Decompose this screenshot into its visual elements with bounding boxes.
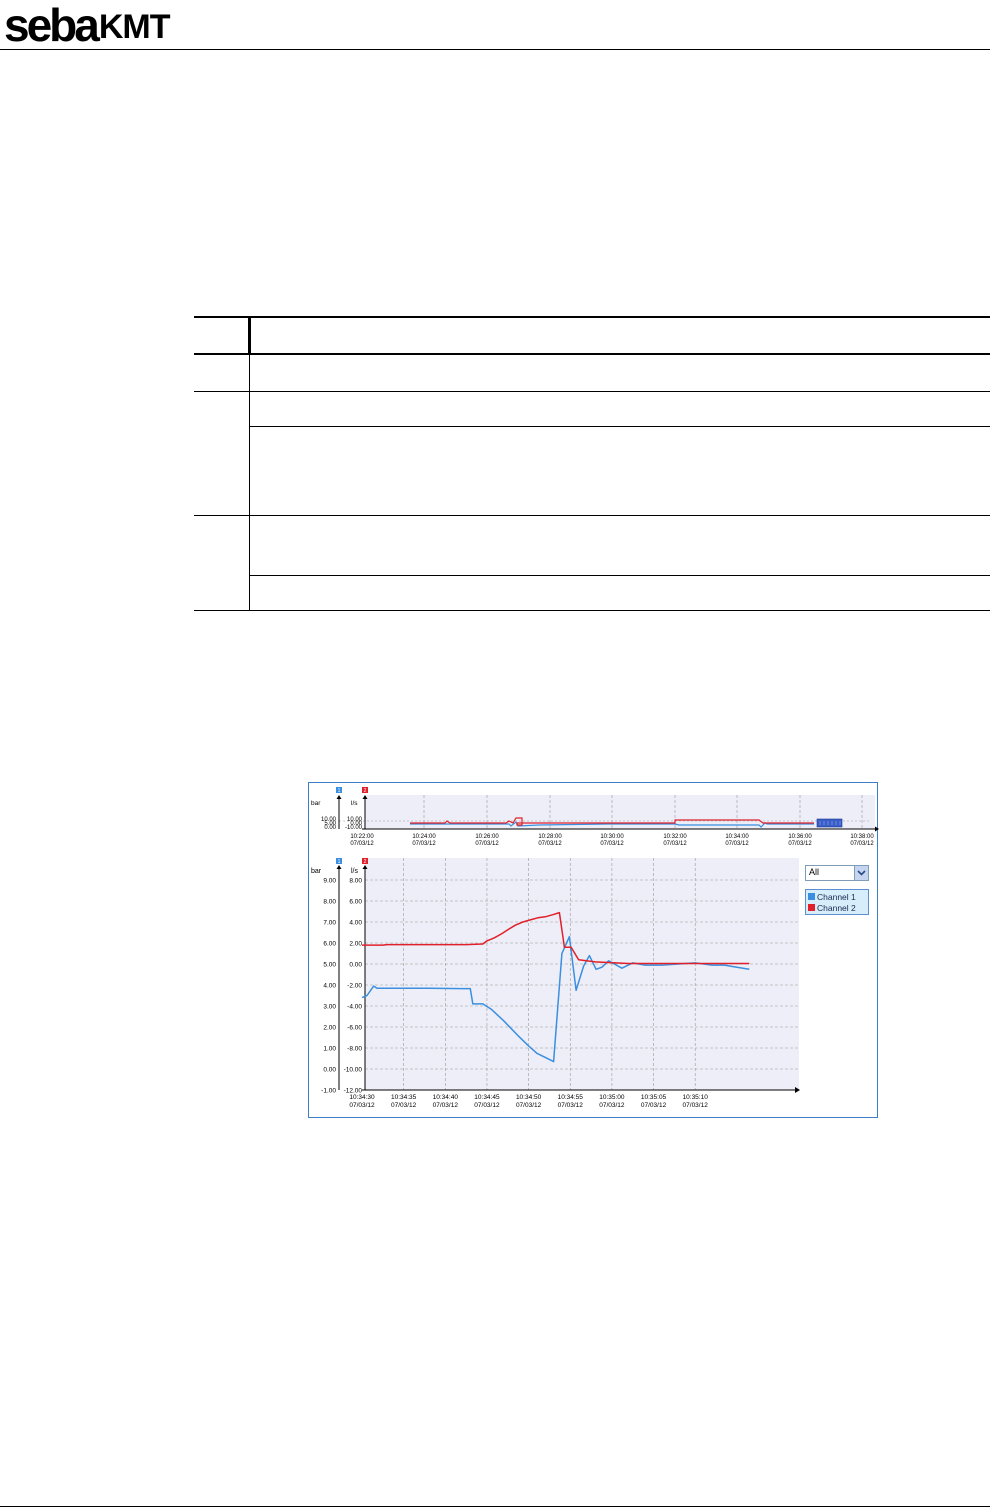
detail-x-tick-label: 10:34:35 xyxy=(391,1094,417,1101)
legend-label: Channel 1 xyxy=(817,891,856,902)
overview-unit-left: bar xyxy=(311,800,321,807)
detail-x-tick-label: 07/03/12 xyxy=(599,1102,625,1109)
overview-x-tick-label: 07/03/12 xyxy=(663,841,687,847)
overview-y-left-tick-label: 0.00 xyxy=(324,825,336,831)
table-header-divider xyxy=(248,316,251,355)
overview-x-tick-label: 07/03/12 xyxy=(725,841,749,847)
table-row-rule xyxy=(194,391,990,392)
overview-x-tick-label: 07/03/12 xyxy=(350,841,374,847)
detail-y-right-tick-label: 4.00 xyxy=(349,920,362,927)
detail-plot-area xyxy=(365,858,799,1090)
overview-x-tick-label: 10:30:00 xyxy=(600,834,624,840)
chart-window: 10:22:00 07/03/12 10:24:00 07/03/12 10:26:00… xyxy=(308,782,879,1118)
logo-suffix-text: KMT xyxy=(98,8,171,46)
detail-badge-2-label: 2 xyxy=(364,859,367,865)
chart-canvas: 10:22:0007/03/1210:24:0007/03/1210:26:00… xyxy=(311,787,879,1109)
overview-selection-range xyxy=(816,818,843,828)
detail-unit-left: bar xyxy=(311,868,322,875)
legend-label: Channel 2 xyxy=(817,902,856,913)
detail-x-tick-label: 07/03/12 xyxy=(349,1102,375,1109)
legend-item[interactable]: Channel 1 xyxy=(808,891,856,902)
header-rule xyxy=(0,49,990,50)
detail-y-left-tick-label: 3.00 xyxy=(323,1004,336,1011)
detail-y-right-tick-label: -6.00 xyxy=(347,1025,362,1032)
detail-x-tick-label: 07/03/12 xyxy=(683,1102,709,1109)
overview-x-tick-label: 07/03/12 xyxy=(850,841,874,847)
detail-y-left-tick-label: -1.00 xyxy=(321,1088,336,1095)
chevron-down-icon[interactable] xyxy=(854,866,868,880)
overview-x-tick-label: 10:36:00 xyxy=(788,834,812,840)
detail-y-right-tick-label: -8.00 xyxy=(347,1046,362,1053)
overview-x-tick-label: 07/03/12 xyxy=(475,841,499,847)
channel-select-value: All xyxy=(809,867,820,877)
overview-x-tick-label: 07/03/12 xyxy=(412,841,436,847)
table-row-rule xyxy=(250,426,990,427)
overview-x-tick-label: 10:32:00 xyxy=(663,834,687,840)
overview-x-tick-label: 07/03/12 xyxy=(538,841,562,847)
overview-x-tick-label: 07/03/12 xyxy=(600,841,624,847)
detail-x-tick-label: 10:34:55 xyxy=(558,1094,584,1101)
logo-main-text: seba xyxy=(4,0,100,51)
overview-badge-2-label: 2 xyxy=(364,788,367,794)
detail-x-tick-label: 07/03/12 xyxy=(558,1102,584,1109)
overview-x-tick-label: 10:38:00 xyxy=(850,834,874,840)
detail-y-left-tick-label: 0.00 xyxy=(323,1067,336,1074)
table-bottom-rule xyxy=(194,610,990,611)
detail-y-left-tick-label: 9.00 xyxy=(323,878,336,885)
detail-badge-1-label: 1 xyxy=(338,859,341,865)
detail-y-right-tick-label: -2.00 xyxy=(347,983,362,990)
legend-swatch xyxy=(808,893,815,900)
detail-y-left-tick-label: 5.00 xyxy=(323,962,336,969)
detail-x-tick-label: 10:34:40 xyxy=(433,1094,459,1101)
overview-x-tick-label: 10:28:00 xyxy=(538,834,562,840)
detail-y-left-tick-label: 2.00 xyxy=(323,1025,336,1032)
detail-x-tick-label: 07/03/12 xyxy=(516,1102,542,1109)
detail-x-tick-label: 07/03/12 xyxy=(433,1102,459,1109)
detail-y-right-tick-label: -10.00 xyxy=(344,1067,363,1074)
detail-x-tick-label: 10:35:00 xyxy=(599,1094,625,1101)
detail-x-tick-label: 07/03/12 xyxy=(391,1102,417,1109)
overview-x-axis-arrow xyxy=(875,826,879,832)
company-logo: seba KMT xyxy=(4,0,171,51)
table-top-rule xyxy=(194,316,990,318)
overview-x-tick-label: 10:26:00 xyxy=(475,834,499,840)
detail-y-right-tick-label: 8.00 xyxy=(349,878,362,885)
overview-y-left-axis-arrow xyxy=(336,795,342,799)
overview-badge-1-label: 1 xyxy=(338,788,341,794)
table-row-rule xyxy=(194,515,990,516)
chart-legend: Channel 1 Channel 2 xyxy=(805,889,869,915)
detail-x-tick-label: 10:35:05 xyxy=(641,1094,667,1101)
detail-y-left-tick-label: 1.00 xyxy=(323,1046,336,1053)
overview-x-tick-label: 07/03/12 xyxy=(788,841,812,847)
legend-swatch xyxy=(808,904,815,911)
detail-y-left-axis-arrow xyxy=(336,865,342,869)
overview-x-tick-label: 10:34:00 xyxy=(725,834,749,840)
detail-y-left-tick-label: 6.00 xyxy=(323,941,336,948)
detail-y-right-tick-label: 2.00 xyxy=(349,941,362,948)
detail-x-tick-label: 10:34:50 xyxy=(516,1094,542,1101)
overview-unit-right: l/s xyxy=(351,800,358,807)
table-column-divider xyxy=(249,355,250,611)
detail-x-tick-label: 10:35:10 xyxy=(683,1094,709,1101)
footer-rule xyxy=(0,1506,990,1507)
table-header-bottom-rule xyxy=(194,353,990,355)
detail-y-left-tick-label: 7.00 xyxy=(323,920,336,927)
detail-x-tick-label: 07/03/12 xyxy=(641,1102,667,1109)
overview-x-tick-label: 10:24:00 xyxy=(412,834,436,840)
overview-x-tick-label: 10:22:00 xyxy=(350,834,374,840)
detail-x-tick-label: 07/03/12 xyxy=(474,1102,500,1109)
legend-item[interactable]: Channel 2 xyxy=(808,902,856,913)
detail-y-left-tick-label: 4.00 xyxy=(323,983,336,990)
detail-y-right-tick-label: -4.00 xyxy=(347,1004,362,1011)
channel-select[interactable]: All xyxy=(805,865,869,881)
detail-x-tick-label: 10:34:45 xyxy=(474,1094,500,1101)
table-row-rule xyxy=(250,575,990,576)
overview-y-right-tick-label: -10.00 xyxy=(345,825,363,831)
detail-y-right-tick-label: 6.00 xyxy=(349,899,362,906)
empty-table-grid xyxy=(194,316,990,612)
detail-y-left-tick-label: 8.00 xyxy=(323,899,336,906)
detail-y-right-tick-label: 0.00 xyxy=(349,962,362,969)
detail-x-tick-label: 10:34:30 xyxy=(349,1094,375,1101)
detail-unit-right: l/s xyxy=(351,868,359,875)
